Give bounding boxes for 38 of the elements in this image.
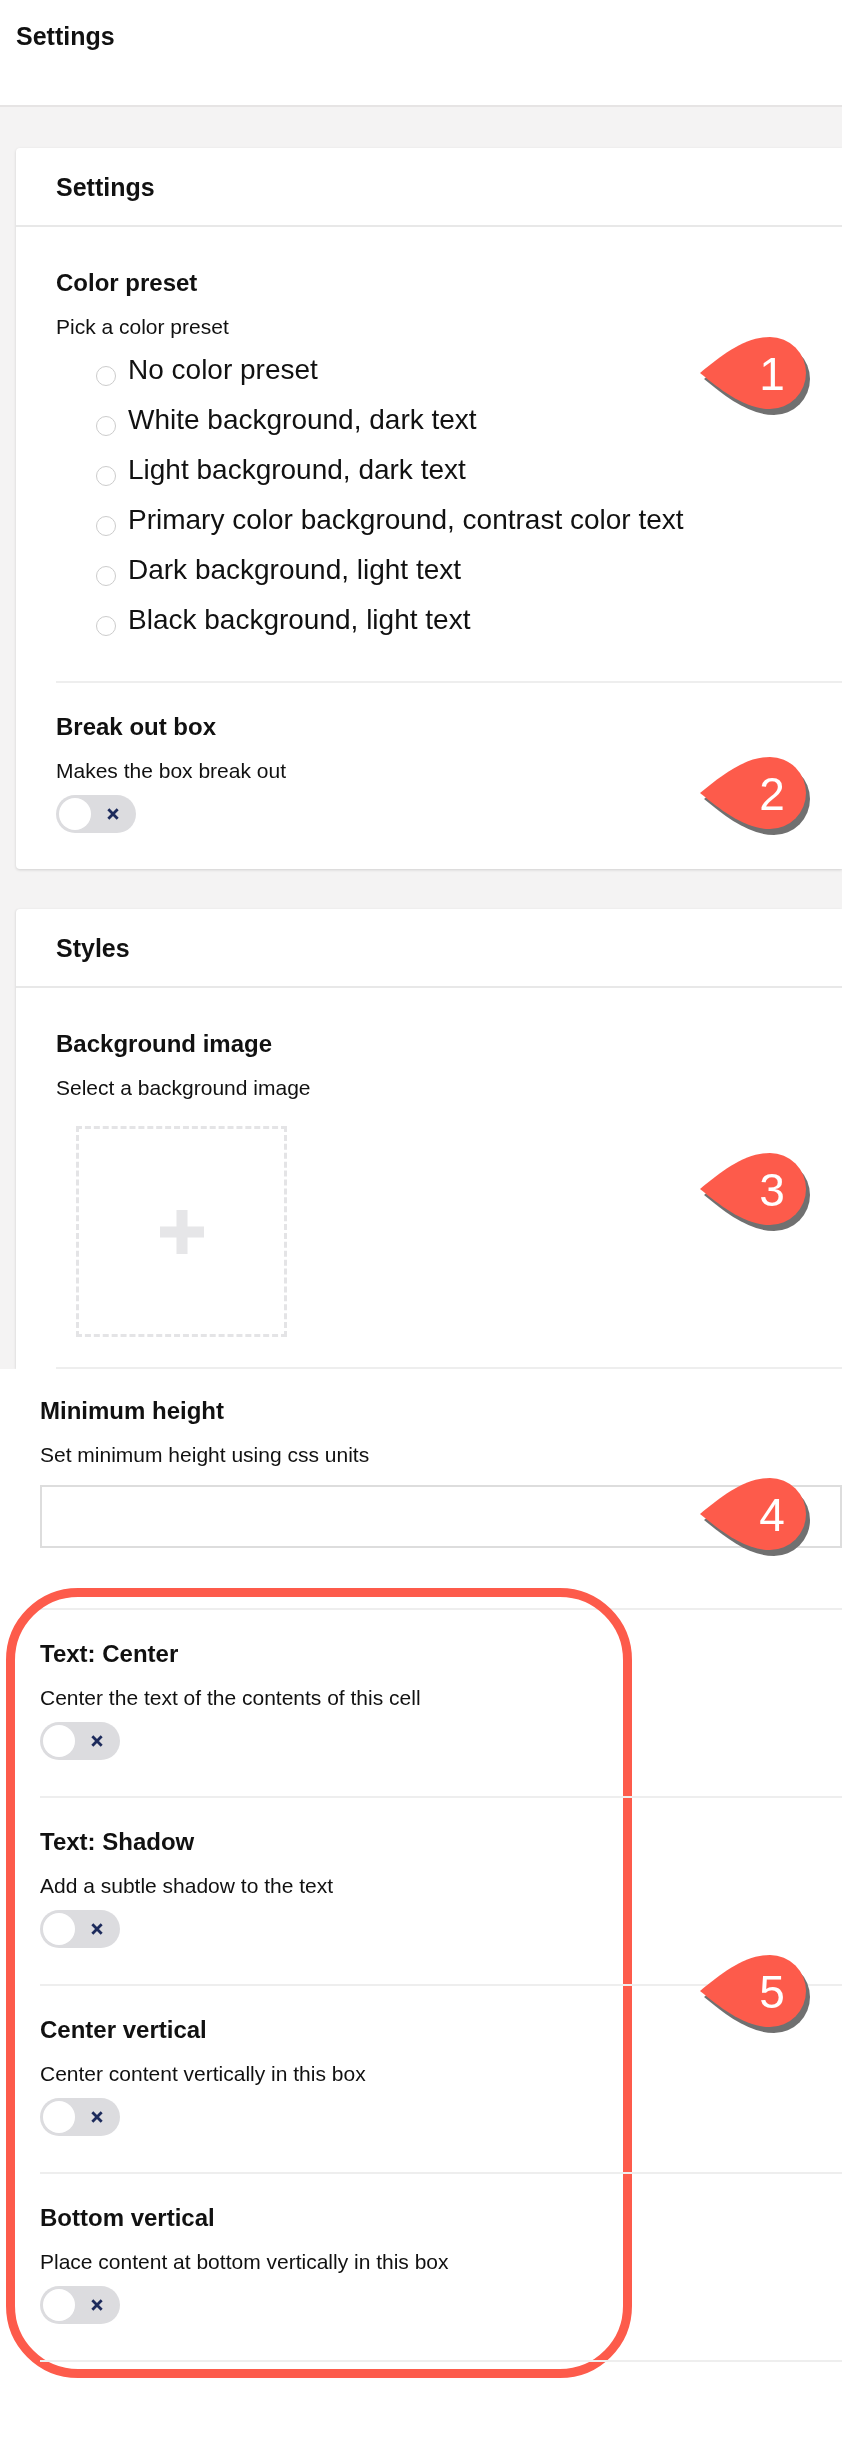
toggle-switch[interactable] xyxy=(40,1910,120,1948)
radio-label[interactable]: Black background, light text xyxy=(128,604,471,636)
cross-icon xyxy=(106,807,120,821)
cross-icon xyxy=(90,2110,104,2124)
field-label: Background image xyxy=(56,1030,273,1058)
input-field[interactable] xyxy=(40,1485,842,1548)
field-label: Bottom vertical xyxy=(40,2204,215,2232)
field-label: Text: Shadow xyxy=(40,1828,195,1856)
card-title: Settings xyxy=(56,173,155,201)
cross-icon xyxy=(90,1734,104,1748)
image-picker[interactable] xyxy=(76,1126,287,1337)
field-description: Set minimum height using css units xyxy=(40,1443,370,1467)
toggle-switch[interactable] xyxy=(40,1722,120,1760)
radio-label[interactable]: White background, dark text xyxy=(128,404,477,436)
plus-icon xyxy=(159,1209,204,1254)
toggle-switch[interactable] xyxy=(40,2286,120,2324)
field-description: Add a subtle shadow to the text xyxy=(40,1874,334,1898)
page-title: Settings xyxy=(16,22,115,50)
field-description: Makes the box break out xyxy=(56,759,286,783)
radio-label[interactable]: Light background, dark text xyxy=(128,454,466,486)
field-label: Break out box xyxy=(56,713,217,741)
field-label: Text: Center xyxy=(40,1640,179,1668)
field-label: Color preset xyxy=(56,269,198,297)
toggle-switch[interactable] xyxy=(40,2098,120,2136)
field-label: Center vertical xyxy=(40,2016,207,2044)
cross-icon xyxy=(90,2298,104,2312)
cross-icon xyxy=(90,1922,104,1936)
radio-label[interactable]: No color preset xyxy=(128,354,318,386)
field-description: Select a background image xyxy=(56,1076,311,1100)
field-description: Center the text of the contents of this cell xyxy=(40,1686,421,1710)
toggle-switch[interactable] xyxy=(56,795,136,833)
field-description: Pick a color preset xyxy=(56,315,229,339)
field-description: Place content at bottom vertically in this box xyxy=(40,2250,449,2274)
card-title: Styles xyxy=(56,934,130,962)
radio-label[interactable]: Primary color background, contrast color text xyxy=(128,504,684,536)
radio-label[interactable]: Dark background, light text xyxy=(128,554,462,586)
field-description: Center content vertically in this box xyxy=(40,2062,366,2086)
field-label: Minimum height xyxy=(40,1397,224,1425)
